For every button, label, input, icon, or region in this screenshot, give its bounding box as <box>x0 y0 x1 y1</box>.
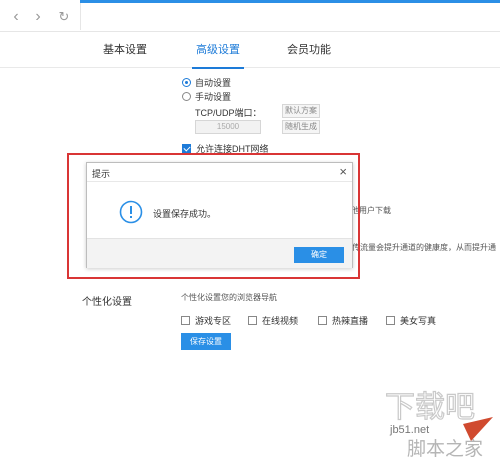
port-label: TCP/UDP端口： <box>195 108 262 118</box>
random-port-button[interactable]: 随机生成 <box>282 120 320 134</box>
close-icon[interactable]: × <box>339 164 347 180</box>
radio-selected-icon <box>182 78 191 87</box>
option-label: 游戏专区 <box>195 316 232 326</box>
tab-member-features[interactable]: 会员功能 <box>284 32 334 68</box>
checkbox-unchecked-icon <box>181 316 190 325</box>
dialog-message: 设置保存成功。 <box>153 209 217 219</box>
checkbox-unchecked-icon <box>248 316 257 325</box>
option-game-zone[interactable]: 游戏专区 <box>181 314 231 327</box>
info-icon <box>119 200 143 224</box>
save-settings-button[interactable]: 保存设置 <box>181 333 231 350</box>
personalize-description: 个性化设置您的浏览器导航 <box>181 293 277 302</box>
watermark-logo: 下载吧 jb51.net 脚本之家 <box>384 389 493 460</box>
option-online-video[interactable]: 在线视频 <box>248 314 298 327</box>
auto-setting-radio[interactable]: 自动设置 <box>182 76 231 89</box>
dialog-footer: 确定 <box>87 238 352 268</box>
back-icon[interactable]: ‹ <box>6 7 26 27</box>
manual-setting-label: 手动设置 <box>195 92 232 102</box>
forward-icon[interactable]: › <box>28 7 48 27</box>
dialog-titlebar: 提示 × <box>87 163 352 182</box>
partial-health-text: 传流量会提升通道的健康度，从而提升通 <box>352 243 496 252</box>
svg-text:jb51.net: jb51.net <box>389 424 429 436</box>
auto-setting-label: 自动设置 <box>195 78 232 88</box>
success-dialog: 提示 × 设置保存成功。 确定 <box>86 162 353 268</box>
checkbox-checked-icon <box>182 144 191 153</box>
option-live-stream[interactable]: 热辣直播 <box>318 314 368 327</box>
personalize-heading: 个性化设置 <box>82 297 132 308</box>
reload-icon[interactable]: ↻ <box>54 7 74 27</box>
option-label: 热辣直播 <box>332 316 369 326</box>
manual-setting-radio[interactable]: 手动设置 <box>182 90 231 103</box>
option-label: 美女写真 <box>400 316 437 326</box>
tab-basic-settings[interactable]: 基本设置 <box>100 32 150 68</box>
svg-text:脚本之家: 脚本之家 <box>407 438 483 460</box>
port-input[interactable]: 15000 <box>195 120 261 134</box>
radio-unselected-icon <box>182 92 191 101</box>
checkbox-unchecked-icon <box>318 316 327 325</box>
settings-tabs: 基本设置 高级设置 会员功能 <box>0 32 500 69</box>
svg-text:下载吧: 下载吧 <box>385 390 475 425</box>
dialog-title: 提示 <box>92 169 111 179</box>
option-photo-gallery[interactable]: 美女写真 <box>386 314 436 327</box>
browser-toolbar: ‹ › ↻ <box>0 0 500 32</box>
checkbox-unchecked-icon <box>386 316 395 325</box>
tab-advanced-settings[interactable]: 高级设置 <box>192 32 244 69</box>
confirm-button[interactable]: 确定 <box>294 247 344 263</box>
address-bar[interactable] <box>80 3 500 30</box>
default-scheme-button[interactable]: 默认方案 <box>282 104 320 118</box>
option-label: 在线视频 <box>262 316 299 326</box>
